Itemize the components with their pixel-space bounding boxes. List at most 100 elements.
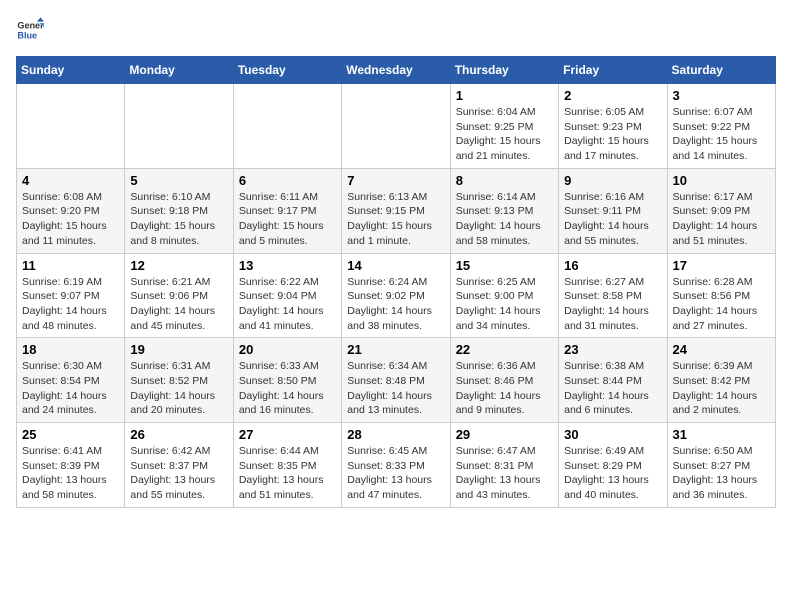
day-number: 26 — [130, 427, 227, 442]
day-info: Sunrise: 6:05 AM Sunset: 9:23 PM Dayligh… — [564, 105, 661, 164]
calendar-cell: 5Sunrise: 6:10 AM Sunset: 9:18 PM Daylig… — [125, 168, 233, 253]
calendar-cell: 28 Sunrise: 6:45 AM Sunset: 8:33 PM Dayli… — [342, 423, 450, 508]
calendar-cell: 14 Sunrise: 6:24 AM Sunset: 9:02 PM Dayli… — [342, 253, 450, 338]
day-number: 16 — [564, 258, 661, 273]
day-info: Sunrise: 6:41 AM Sunset: 8:39 PM Dayligh… — [22, 444, 119, 503]
day-info: Sunrise: 6:13 AM Sunset: 9:15 PM Dayligh… — [347, 190, 444, 249]
calendar-cell: 17Sunrise: 6:28 AM Sunset: 8:56 PM Dayli… — [667, 253, 775, 338]
day-info: Sunrise: 6:50 AM Sunset: 8:27 PM Dayligh… — [673, 444, 770, 503]
day-number: 29 — [456, 427, 553, 442]
calendar-cell: 7 Sunrise: 6:13 AM Sunset: 9:15 PM Daylig… — [342, 168, 450, 253]
calendar-cell: 12 Sunrise: 6:21 AM Sunset: 9:06 PM Dayli… — [125, 253, 233, 338]
day-number: 9 — [564, 173, 661, 188]
day-number: 20 — [239, 342, 336, 357]
day-number: 31 — [673, 427, 770, 442]
day-info: Sunrise: 6:19 AM Sunset: 9:07 PM Dayligh… — [22, 275, 119, 334]
day-number: 7 — [347, 173, 444, 188]
day-number: 6 — [239, 173, 336, 188]
calendar-week-2: 4 Sunrise: 6:08 AM Sunset: 9:20 PM Daylig… — [17, 168, 776, 253]
day-info: Sunrise: 6:14 AM Sunset: 9:13 PM Dayligh… — [456, 190, 553, 249]
day-info: Sunrise: 6:28 AM Sunset: 8:56 PM Dayligh… — [673, 275, 770, 334]
weekday-header-wednesday: Wednesday — [342, 57, 450, 84]
day-number: 28 — [347, 427, 444, 442]
calendar-cell: 21 Sunrise: 6:34 AM Sunset: 8:48 PM Dayli… — [342, 338, 450, 423]
calendar-cell — [17, 84, 125, 169]
day-info: Sunrise: 6:08 AM Sunset: 9:20 PM Dayligh… — [22, 190, 119, 249]
svg-text:General: General — [17, 21, 44, 31]
calendar-cell — [125, 84, 233, 169]
calendar-cell: 13Sunrise: 6:22 AM Sunset: 9:04 PM Dayli… — [233, 253, 341, 338]
day-info: Sunrise: 6:33 AM Sunset: 8:50 PM Dayligh… — [239, 359, 336, 418]
day-info: Sunrise: 6:39 AM Sunset: 8:42 PM Dayligh… — [673, 359, 770, 418]
day-number: 12 — [130, 258, 227, 273]
day-number: 24 — [673, 342, 770, 357]
calendar-cell: 23 Sunrise: 6:38 AM Sunset: 8:44 PM Dayli… — [559, 338, 667, 423]
day-number: 13 — [239, 258, 336, 273]
day-number: 5 — [130, 173, 227, 188]
day-info: Sunrise: 6:45 AM Sunset: 8:33 PM Dayligh… — [347, 444, 444, 503]
calendar-body: 1Sunrise: 6:04 AM Sunset: 9:25 PM Daylig… — [17, 84, 776, 508]
calendar-header: SundayMondayTuesdayWednesdayThursdayFrid… — [17, 57, 776, 84]
day-number: 2 — [564, 88, 661, 103]
day-number: 14 — [347, 258, 444, 273]
day-info: Sunrise: 6:24 AM Sunset: 9:02 PM Dayligh… — [347, 275, 444, 334]
day-info: Sunrise: 6:47 AM Sunset: 8:31 PM Dayligh… — [456, 444, 553, 503]
weekday-header-sunday: Sunday — [17, 57, 125, 84]
calendar-cell: 29 Sunrise: 6:47 AM Sunset: 8:31 PM Dayli… — [450, 423, 558, 508]
calendar-week-4: 18 Sunrise: 6:30 AM Sunset: 8:54 PM Dayli… — [17, 338, 776, 423]
calendar-cell: 30 Sunrise: 6:49 AM Sunset: 8:29 PM Dayli… — [559, 423, 667, 508]
day-number: 21 — [347, 342, 444, 357]
weekday-header-saturday: Saturday — [667, 57, 775, 84]
calendar-cell — [342, 84, 450, 169]
calendar-cell: 18 Sunrise: 6:30 AM Sunset: 8:54 PM Dayli… — [17, 338, 125, 423]
day-info: Sunrise: 6:38 AM Sunset: 8:44 PM Dayligh… — [564, 359, 661, 418]
day-info: Sunrise: 6:17 AM Sunset: 9:09 PM Dayligh… — [673, 190, 770, 249]
day-number: 19 — [130, 342, 227, 357]
day-info: Sunrise: 6:30 AM Sunset: 8:54 PM Dayligh… — [22, 359, 119, 418]
calendar-cell: 3Sunrise: 6:07 AM Sunset: 9:22 PM Daylig… — [667, 84, 775, 169]
calendar-week-5: 25 Sunrise: 6:41 AM Sunset: 8:39 PM Dayli… — [17, 423, 776, 508]
day-info: Sunrise: 6:21 AM Sunset: 9:06 PM Dayligh… — [130, 275, 227, 334]
calendar-cell: 4 Sunrise: 6:08 AM Sunset: 9:20 PM Daylig… — [17, 168, 125, 253]
svg-text:Blue: Blue — [17, 30, 37, 40]
calendar-cell: 26 Sunrise: 6:42 AM Sunset: 8:37 PM Dayli… — [125, 423, 233, 508]
day-info: Sunrise: 6:07 AM Sunset: 9:22 PM Dayligh… — [673, 105, 770, 164]
day-info: Sunrise: 6:31 AM Sunset: 8:52 PM Dayligh… — [130, 359, 227, 418]
day-info: Sunrise: 6:16 AM Sunset: 9:11 PM Dayligh… — [564, 190, 661, 249]
logo: General Blue — [16, 16, 44, 44]
day-number: 4 — [22, 173, 119, 188]
day-info: Sunrise: 6:27 AM Sunset: 8:58 PM Dayligh… — [564, 275, 661, 334]
day-number: 23 — [564, 342, 661, 357]
day-number: 18 — [22, 342, 119, 357]
calendar-cell: 24 Sunrise: 6:39 AM Sunset: 8:42 PM Dayli… — [667, 338, 775, 423]
day-info: Sunrise: 6:34 AM Sunset: 8:48 PM Dayligh… — [347, 359, 444, 418]
weekday-header-friday: Friday — [559, 57, 667, 84]
weekday-header-monday: Monday — [125, 57, 233, 84]
day-info: Sunrise: 6:11 AM Sunset: 9:17 PM Dayligh… — [239, 190, 336, 249]
day-number: 8 — [456, 173, 553, 188]
day-number: 30 — [564, 427, 661, 442]
calendar-cell: 25 Sunrise: 6:41 AM Sunset: 8:39 PM Dayli… — [17, 423, 125, 508]
page-header: General Blue — [16, 16, 776, 44]
day-number: 10 — [673, 173, 770, 188]
weekday-row: SundayMondayTuesdayWednesdayThursdayFrid… — [17, 57, 776, 84]
calendar-cell: 11 Sunrise: 6:19 AM Sunset: 9:07 PM Dayli… — [17, 253, 125, 338]
calendar-cell — [233, 84, 341, 169]
day-info: Sunrise: 6:25 AM Sunset: 9:00 PM Dayligh… — [456, 275, 553, 334]
calendar-cell: 20 Sunrise: 6:33 AM Sunset: 8:50 PM Dayli… — [233, 338, 341, 423]
day-info: Sunrise: 6:44 AM Sunset: 8:35 PM Dayligh… — [239, 444, 336, 503]
day-info: Sunrise: 6:36 AM Sunset: 8:46 PM Dayligh… — [456, 359, 553, 418]
day-info: Sunrise: 6:42 AM Sunset: 8:37 PM Dayligh… — [130, 444, 227, 503]
calendar-cell: 16 Sunrise: 6:27 AM Sunset: 8:58 PM Dayli… — [559, 253, 667, 338]
calendar-cell: 1Sunrise: 6:04 AM Sunset: 9:25 PM Daylig… — [450, 84, 558, 169]
calendar-cell: 22Sunrise: 6:36 AM Sunset: 8:46 PM Dayli… — [450, 338, 558, 423]
calendar-cell: 15 Sunrise: 6:25 AM Sunset: 9:00 PM Dayli… — [450, 253, 558, 338]
calendar-cell: 31 Sunrise: 6:50 AM Sunset: 8:27 PM Dayli… — [667, 423, 775, 508]
day-info: Sunrise: 6:49 AM Sunset: 8:29 PM Dayligh… — [564, 444, 661, 503]
weekday-header-thursday: Thursday — [450, 57, 558, 84]
calendar-cell: 2 Sunrise: 6:05 AM Sunset: 9:23 PM Daylig… — [559, 84, 667, 169]
day-number: 25 — [22, 427, 119, 442]
day-number: 15 — [456, 258, 553, 273]
calendar-cell: 10 Sunrise: 6:17 AM Sunset: 9:09 PM Dayli… — [667, 168, 775, 253]
day-number: 11 — [22, 258, 119, 273]
